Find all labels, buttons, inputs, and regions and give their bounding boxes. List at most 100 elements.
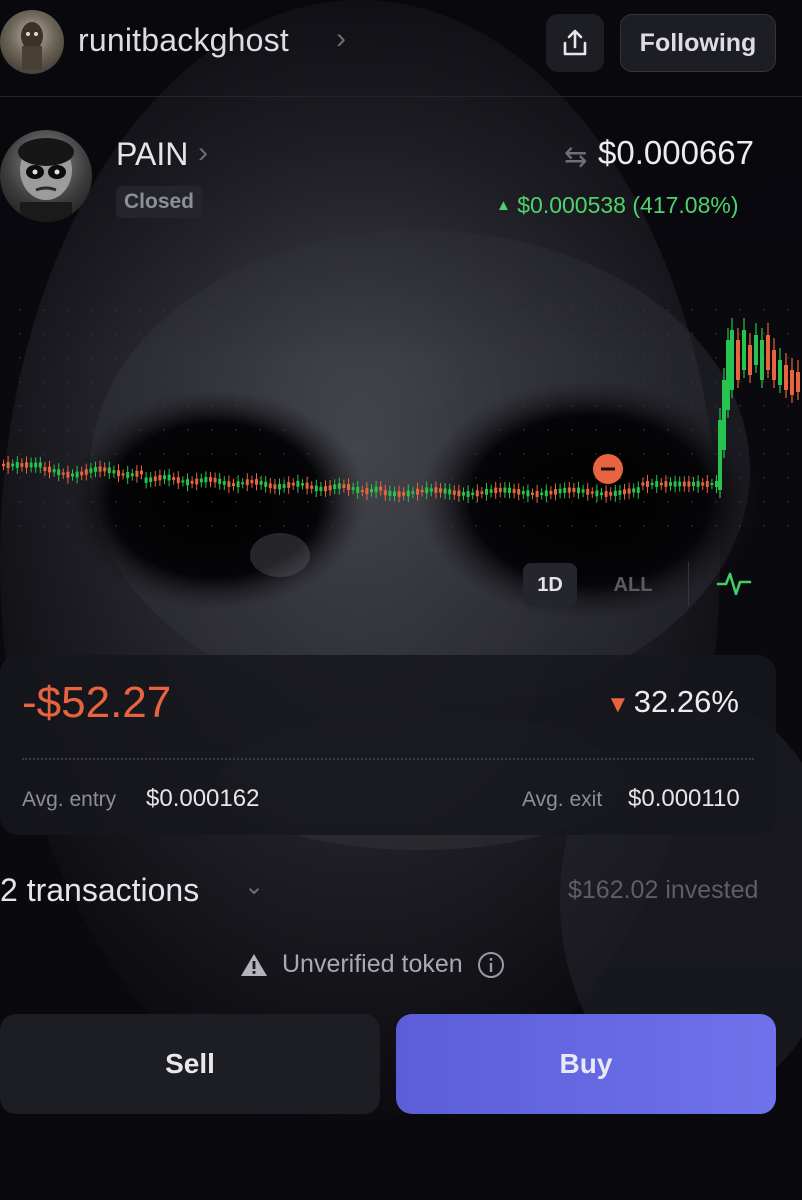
buy-button[interactable]: Buy [396,1014,776,1114]
unverified-warning: Unverified token [240,950,505,979]
candle [705,475,709,493]
chart-grid-dot [451,381,453,383]
chart-grid-dot [763,501,765,503]
chart-grid-dot [211,405,213,407]
chart-grid-dot [523,501,525,503]
chart-grid-dot [523,357,525,359]
chart-grid-dot [67,453,69,455]
chart-grid-dot [571,405,573,407]
chart-grid-dot [67,309,69,311]
pulse-icon[interactable] [716,566,752,602]
chart-grid-dot [355,333,357,335]
candle [673,475,677,493]
candle [754,323,758,373]
candle [149,472,153,488]
chevron-down-icon[interactable]: ⌄ [244,872,264,901]
chart-grid-dot [19,525,21,527]
candle [581,484,585,498]
chart-grid-dot [115,429,117,431]
chevron-right-icon[interactable]: › [336,22,346,56]
chart-grid-dot [283,381,285,383]
token-avatar[interactable] [0,130,92,222]
candle [232,478,235,491]
candle [38,456,42,474]
chart-grid-dot [283,309,285,311]
candle [489,484,493,498]
chevron-right-icon[interactable]: › [198,136,208,170]
chart-grid-dot [691,357,693,359]
chart-grid-dot [667,381,669,383]
candle [604,485,608,503]
candle [425,481,429,500]
chart-grid-dot [523,453,525,455]
candle [512,483,516,499]
chart-grid-dot [67,381,69,383]
candle [613,484,617,502]
candle [627,482,631,500]
chart-grid-dot [331,453,333,455]
chart-grid-dot [379,477,381,479]
chart-grid-dot [43,357,45,359]
info-icon[interactable] [477,951,505,979]
chart-grid-dot [91,477,93,479]
candle [190,476,194,489]
chart-grid-dot [115,405,117,407]
chart-grid-dot [739,453,741,455]
candle [406,484,410,503]
candle [402,487,406,501]
candle [664,475,668,493]
candle [517,483,521,501]
chart-grid-dot [763,381,765,383]
chart-grid-dot [547,477,549,479]
chart-grid-dot [403,333,405,335]
candle [650,478,654,490]
candle [563,482,567,499]
chart-grid-dot [283,333,285,335]
candle [282,479,286,493]
chart-grid-dot [595,429,597,431]
chart-grid-dot [571,357,573,359]
chart-grid-dot [595,525,597,527]
chart-grid-dot [523,309,525,311]
swap-icon[interactable]: ⇆ [564,140,587,173]
chart-grid-dot [355,405,357,407]
token-name[interactable]: PAIN [116,136,188,173]
candle [360,485,364,497]
share-button[interactable] [546,14,604,72]
chart-grid-dot [427,525,429,527]
chart-grid-dot [307,429,309,431]
chart-grid-dot [595,309,597,311]
candle [443,482,447,500]
chart-grid-dot [787,309,789,311]
chart-grid-dot [379,333,381,335]
sell-button[interactable]: Sell [0,1014,380,1114]
chart-grid-dot [619,309,621,311]
chart-grid-dot [667,357,669,359]
sell-marker-icon[interactable] [593,454,623,484]
chart-grid-dot [187,525,189,527]
chart-grid-dot [307,501,309,503]
timeframe-all-button[interactable]: ALL [608,563,658,607]
candle [153,471,157,487]
candle [52,464,56,477]
candle [722,368,726,458]
chart-grid-dot [331,477,333,479]
candle [222,476,226,490]
candle [748,333,752,383]
price-chart[interactable] [0,300,802,530]
candle [558,483,562,499]
candle [462,487,465,501]
chart-grid-dot [739,381,741,383]
timeframe-1d-button[interactable]: 1D [523,563,577,607]
candle [503,482,507,499]
username[interactable]: runitbackghost [78,22,289,59]
chart-grid-dot [715,405,717,407]
chart-grid-dot [331,525,333,527]
candle [57,463,61,482]
chart-grid-dot [259,525,261,527]
following-button[interactable]: Following [620,14,776,72]
user-avatar[interactable] [0,10,64,74]
transactions-toggle[interactable]: 2 transactions [0,872,199,909]
candle [351,482,355,495]
chart-grid-dot [667,309,669,311]
